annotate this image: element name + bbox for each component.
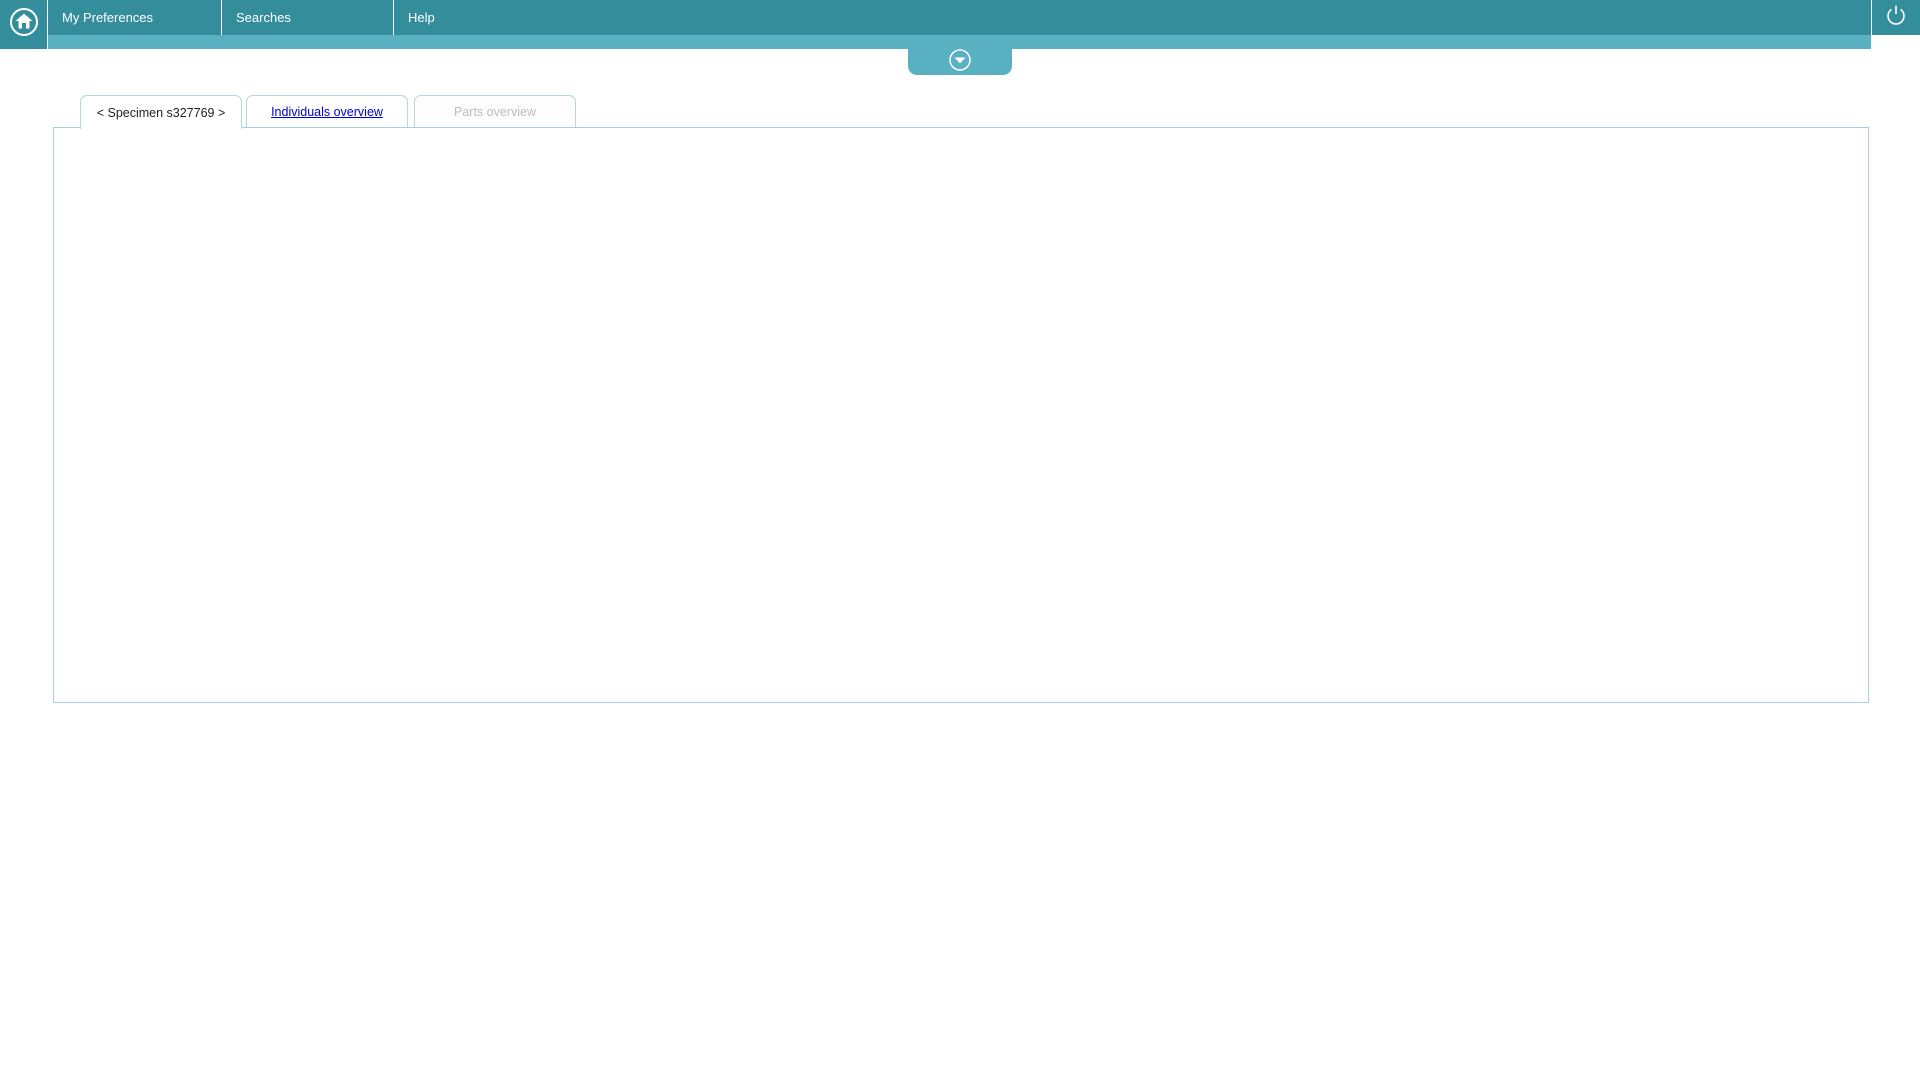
home-button[interactable] xyxy=(0,0,48,49)
home-icon xyxy=(9,7,39,42)
tab-individuals-overview[interactable]: Individuals overview xyxy=(246,95,408,127)
tab-parts-overview: Parts overview xyxy=(414,95,576,127)
specimen-detail-container xyxy=(53,127,1869,703)
menu-item-help[interactable]: Help xyxy=(394,0,614,35)
tab-individuals-overview-label: Individuals overview xyxy=(271,104,383,119)
tab-specimen[interactable]: < Specimen s327769 > xyxy=(80,95,242,129)
logout-button[interactable] xyxy=(1871,0,1920,35)
chevron-down-icon xyxy=(948,48,972,77)
menu-item-searches[interactable]: Searches xyxy=(222,0,394,35)
menu-item-my-preferences[interactable]: My Preferences xyxy=(48,0,222,35)
expand-header-button[interactable] xyxy=(908,48,1012,77)
power-icon xyxy=(1884,3,1908,32)
main-menu: My Preferences Searches Help xyxy=(48,0,614,35)
